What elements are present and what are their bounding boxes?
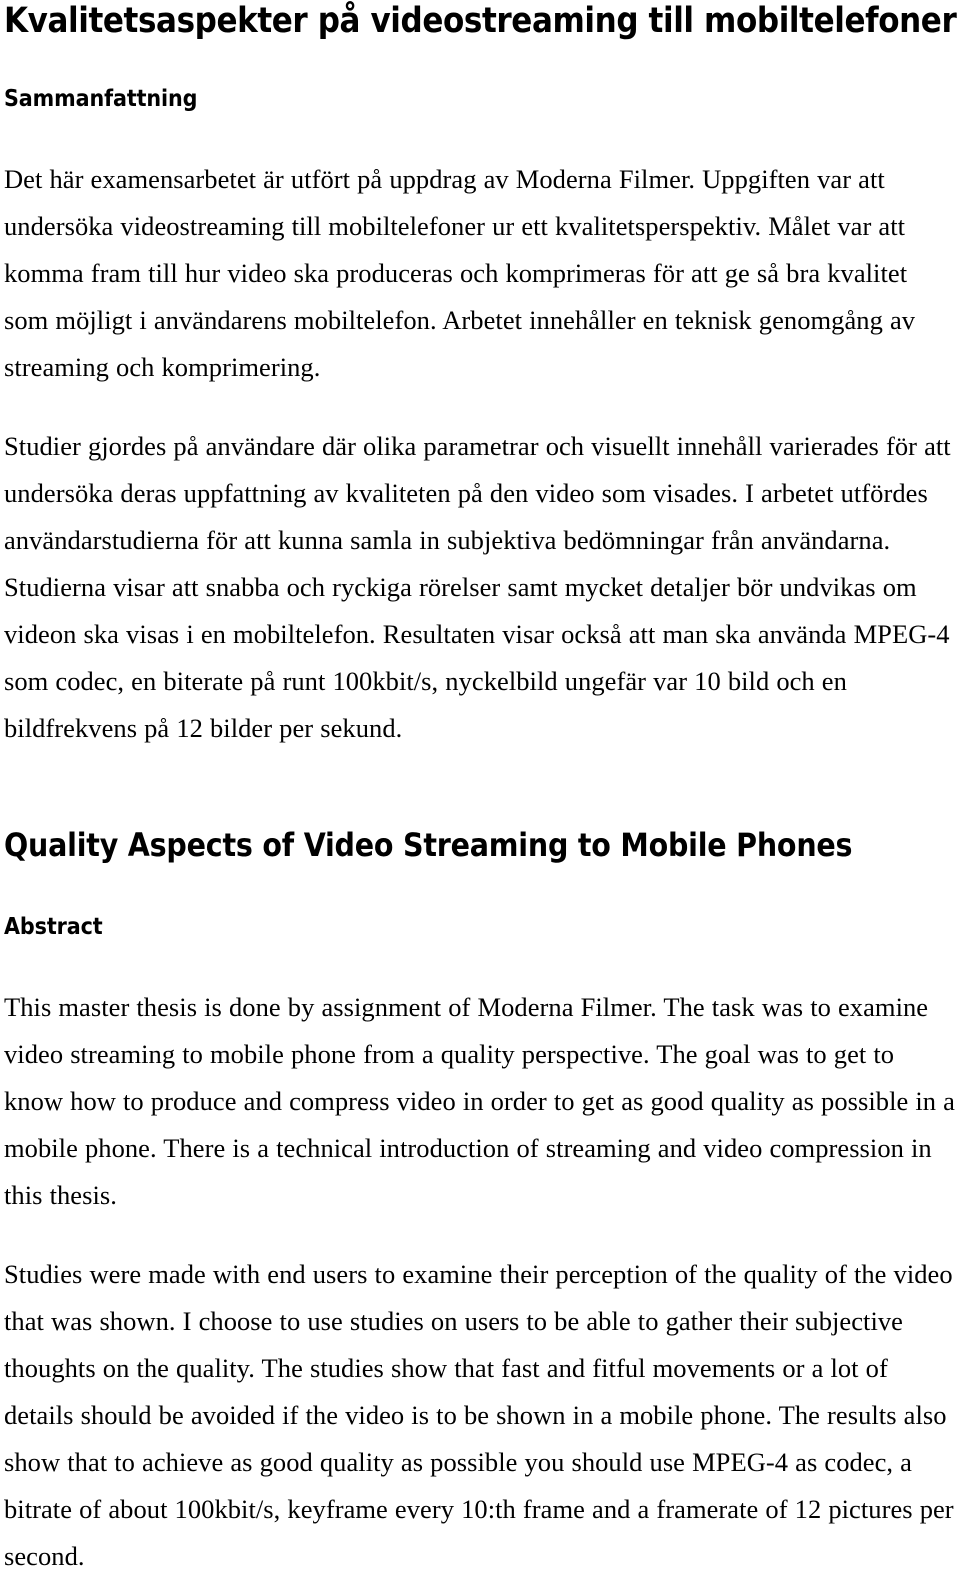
swedish-paragraph-2-block: Studier gjordes på användare där olika p… [4,423,956,752]
english-title-block: Quality Aspects of Video Streaming to Mo… [4,826,956,864]
swedish-paragraph-1-block: Det här examensarbetet är utfört på uppd… [4,156,956,391]
english-paragraph-2-block: Studies were made with end users to exam… [4,1251,956,1580]
section-heading-abstract: Abstract [4,914,103,940]
page-title-english: Quality Aspects of Video Streaming to Mo… [4,826,853,864]
swedish-paragraph-1: Det här examensarbetet är utfört på uppd… [4,164,916,382]
page-title-swedish: Kvalitetsaspekter på videostreaming till… [4,1,957,41]
english-heading-block: Abstract [4,914,956,941]
swedish-paragraph-2: Studier gjordes på användare där olika p… [4,431,951,743]
english-paragraph-1-block: This master thesis is done by assignment… [4,984,956,1219]
swedish-title-block: Kvalitetsaspekter på videostreaming till… [4,0,957,41]
english-paragraph-2: Studies were made with end users to exam… [4,1259,954,1571]
document-page: Kvalitetsaspekter på videostreaming till… [0,0,960,1584]
english-paragraph-1: This master thesis is done by assignment… [4,992,955,1210]
section-heading-sammanfattning: Sammanfattning [4,86,198,112]
swedish-heading-block: Sammanfattning [4,86,956,113]
